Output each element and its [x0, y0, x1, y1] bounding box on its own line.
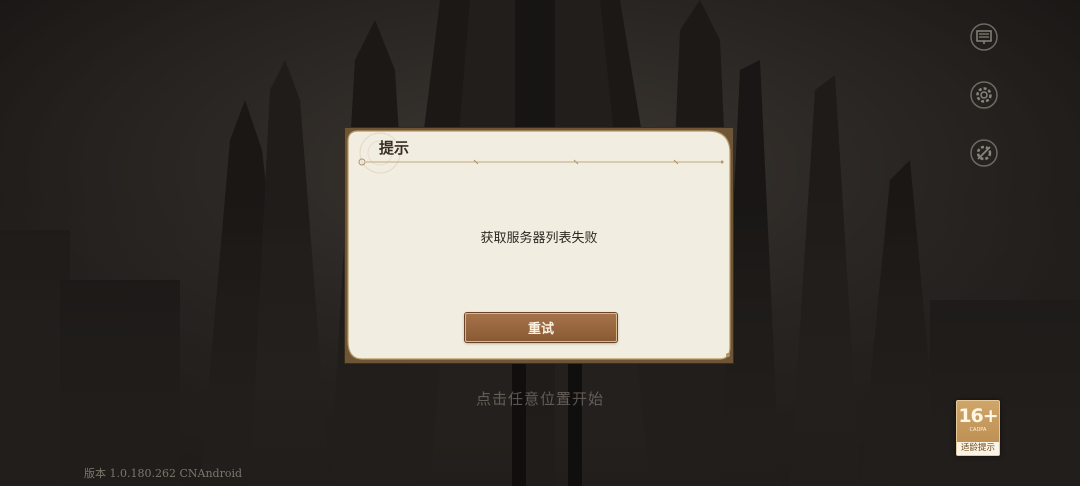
age-rating-number: 16+ [958, 405, 998, 427]
age-rating-badge[interactable]: 16+ CADPA 适龄提示 [956, 400, 1000, 456]
notice-board-icon [970, 23, 998, 51]
retry-button-label: 重试 [527, 322, 554, 337]
settings-button[interactable] [968, 79, 1000, 111]
dialog-title: 提示 [379, 139, 410, 157]
version-label: 版本 1.0.180.262 CNAndroid [84, 467, 243, 480]
age-rating-label: 适龄提示 [957, 442, 999, 455]
notice-board-button[interactable] [968, 21, 1000, 53]
repair-button[interactable] [968, 137, 1000, 169]
dialog-message: 获取服务器列表失败 [480, 231, 598, 246]
settings-gear-icon [970, 81, 998, 109]
error-dialog: 提示 获取服务器列表失败 重试 [344, 127, 734, 364]
retry-button[interactable]: 重试 [465, 313, 617, 342]
tap-to-start-hint[interactable]: 点击任意位置开始 [470, 388, 610, 409]
repair-tools-icon [970, 139, 998, 167]
age-rating-org: CADPA [969, 427, 987, 433]
